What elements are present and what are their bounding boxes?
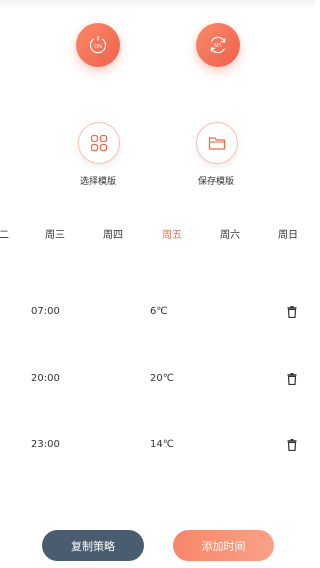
tab-friday[interactable]: 周五	[162, 226, 182, 241]
select-template-button[interactable]	[78, 122, 120, 164]
add-time-button[interactable]: 添加时间	[173, 530, 274, 561]
schedule-row[interactable]: 23:00 14℃	[0, 435, 315, 459]
select-template-label: 选择模版	[79, 177, 116, 187]
schedule-time: 20:00	[31, 373, 60, 384]
folder-icon	[208, 137, 226, 150]
schedule-time: 23:00	[31, 439, 60, 450]
delete-button[interactable]	[285, 437, 299, 453]
delete-button[interactable]	[285, 371, 299, 387]
tab-thursday[interactable]: 周四	[103, 226, 123, 241]
schedule-row[interactable]: 07:00 6℃	[0, 302, 315, 326]
schedule-row[interactable]: 20:00 20℃	[0, 369, 315, 393]
trash-icon	[287, 373, 297, 385]
tab-tuesday[interactable]: 二	[0, 226, 9, 241]
tab-saturday[interactable]: 周六	[220, 226, 240, 241]
tab-wednesday[interactable]: 周三	[45, 226, 65, 241]
delete-button[interactable]	[285, 304, 299, 320]
save-template-label: 保存模版	[197, 177, 234, 187]
copy-strategy-button[interactable]: 复制策略	[42, 530, 144, 561]
power-on-button[interactable]: ON	[76, 23, 120, 67]
trash-icon	[287, 306, 297, 318]
mode-button[interactable]: MT	[196, 23, 240, 67]
weekday-tabs: 二 周三 周四 周五 周六 周日	[0, 222, 315, 246]
schedule-temperature: 6℃	[150, 306, 168, 317]
trash-icon	[287, 439, 297, 451]
schedule-temperature: 14℃	[150, 439, 174, 450]
refresh-cycle-icon: MT	[210, 36, 226, 54]
save-template-button[interactable]	[196, 122, 238, 164]
schedule-time: 07:00	[31, 306, 60, 317]
power-label: ON	[94, 44, 102, 50]
power-icon: ON	[89, 35, 107, 54]
top-bar-remnant	[0, 0, 315, 8]
tab-sunday[interactable]: 周日	[278, 226, 298, 241]
grid-icon	[90, 134, 108, 152]
mode-label: MT	[214, 43, 221, 49]
schedule-temperature: 20℃	[150, 373, 174, 384]
